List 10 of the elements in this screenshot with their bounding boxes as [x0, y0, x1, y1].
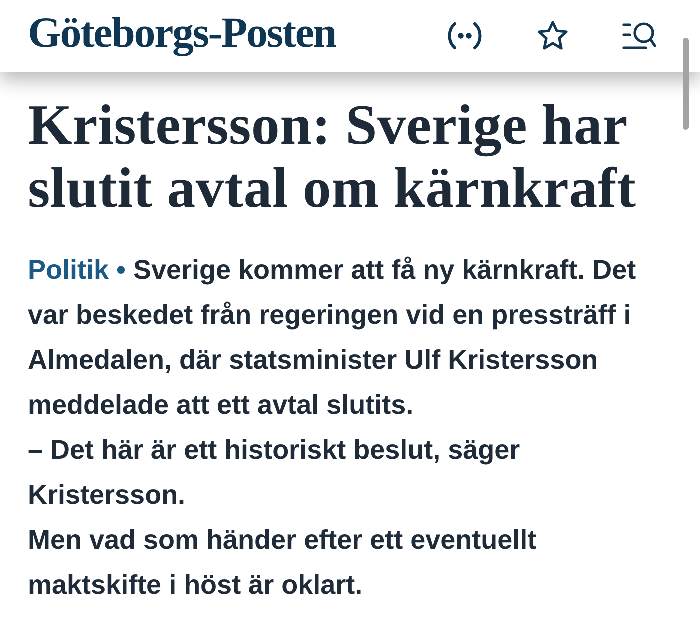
article-headline: Kristersson: Sverige har slutit avtal om kärnkraft — [28, 94, 638, 220]
article-paragraph: Men vad som händer efter ett eventuellt maktskifte i höst är oklart. — [28, 524, 538, 602]
site-logo[interactable]: Göteborgs-Posten — [28, 8, 336, 58]
list-search-icon[interactable] — [622, 21, 658, 51]
broadcast-icon[interactable] — [446, 21, 484, 51]
scrollbar-thumb[interactable] — [683, 38, 689, 130]
category-link[interactable]: Politik — [28, 255, 110, 285]
star-icon[interactable] — [536, 20, 570, 52]
article-lede: Politik • Sverige kommer att få ny kärnkraft. Det var beskedet från regeringen vid en pressträff i Almedalen, där statsminister Ulf Kristersson meddelade att ett avtal slutits. — [28, 254, 638, 422]
article-paragraph: – Det här är ett historiskt beslut, säger Kristersson. — [28, 434, 522, 512]
